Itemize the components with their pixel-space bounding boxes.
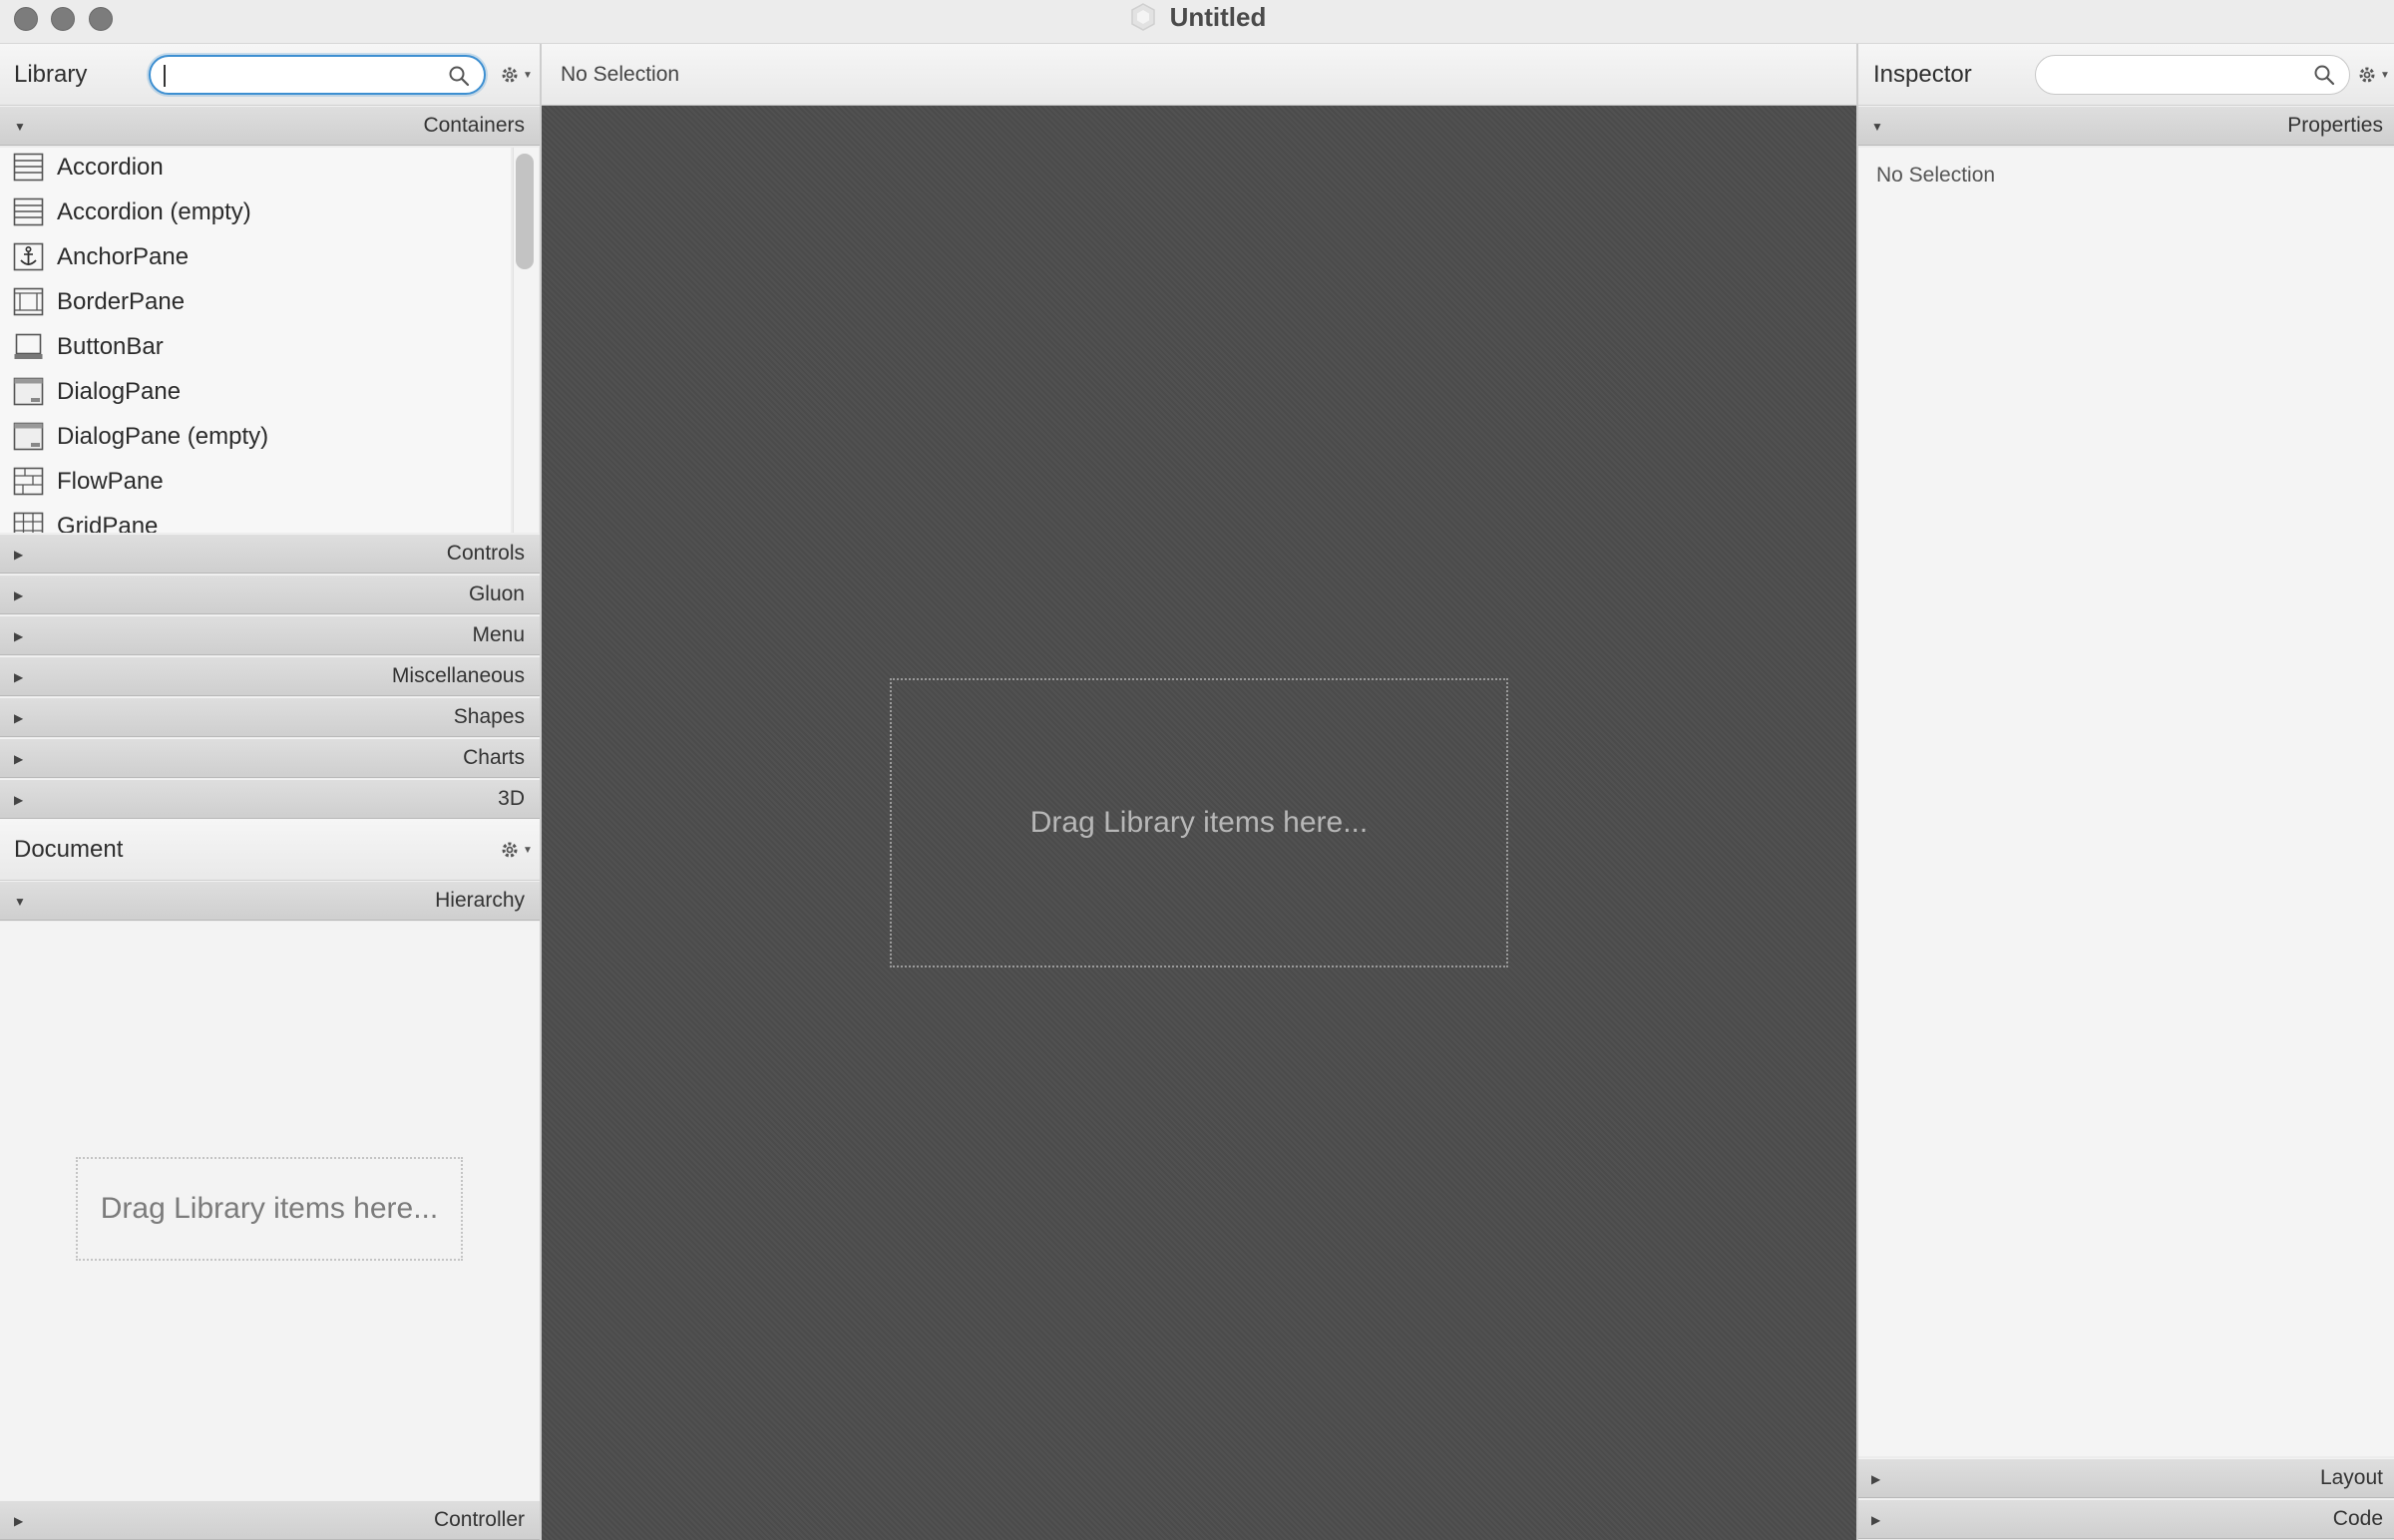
library-header: Library ▼ [0, 44, 541, 106]
section-charts[interactable]: ▶ Charts [0, 738, 541, 778]
section-gluon[interactable]: ▶ Gluon [0, 575, 541, 614]
library-title: Library [14, 60, 88, 88]
section-properties[interactable]: ▼ Properties [1857, 106, 2394, 146]
disclosure-closed-icon: ▶ [14, 588, 24, 602]
library-search-input[interactable] [149, 55, 486, 95]
dialog-pane-icon [13, 422, 44, 451]
text-cursor [164, 65, 166, 87]
library-item-flowpane[interactable]: FlowPane [0, 459, 511, 504]
chevron-down-icon: ▼ [523, 69, 533, 81]
gear-icon [2359, 67, 2375, 83]
library-item-borderpane[interactable]: BorderPane [0, 279, 511, 324]
section-shapes[interactable]: ▶ Shapes [0, 697, 541, 737]
window-title: Untitled [1169, 1, 1267, 32]
disclosure-closed-icon: ▶ [14, 711, 24, 725]
scene-builder-window: Untitled Library ▼ ▼ Containers Accordio… [0, 0, 2394, 1540]
button-bar-icon [14, 333, 43, 359]
disclosure-open-icon: ▼ [14, 895, 26, 909]
border-pane-icon [13, 287, 44, 316]
chevron-down-icon: ▼ [523, 844, 533, 856]
document-settings-menu[interactable]: ▼ [499, 839, 533, 861]
section-code[interactable]: ▶ Code [1857, 1499, 2394, 1539]
inspector-settings-menu[interactable]: ▼ [2356, 64, 2390, 86]
disclosure-closed-icon: ▶ [14, 752, 24, 766]
hierarchy-drop-zone[interactable]: Drag Library items here... [76, 1157, 463, 1261]
right-panel-divider[interactable] [1856, 44, 1858, 1540]
accordion-icon [13, 153, 44, 182]
library-item-accordion[interactable]: Accordion [0, 148, 511, 190]
disclosure-open-icon: ▼ [1871, 120, 1883, 134]
canvas-drop-zone[interactable]: Drag Library items here... [890, 678, 1508, 967]
disclosure-closed-icon: ▶ [14, 670, 24, 684]
disclosure-closed-icon: ▶ [14, 793, 24, 807]
library-item-list: Accordion Accordion (empty) AnchorPane B… [0, 148, 511, 533]
chevron-down-icon: ▼ [2380, 69, 2390, 81]
section-3d[interactable]: ▶ 3D [0, 779, 541, 819]
properties-panel [1857, 148, 2394, 1456]
library-settings-menu[interactable]: ▼ [499, 64, 533, 86]
window-title-group: Untitled [0, 0, 2394, 34]
section-miscellaneous[interactable]: ▶ Miscellaneous [0, 656, 541, 696]
library-item-gridpane[interactable]: GridPane [0, 504, 511, 533]
disclosure-open-icon: ▼ [14, 120, 26, 134]
properties-empty-text: No Selection [1876, 164, 1996, 187]
search-icon [449, 66, 470, 87]
inspector-header: Inspector ▼ [1857, 44, 2394, 106]
gear-icon [502, 842, 518, 858]
inspector-title: Inspector [1873, 60, 1972, 88]
search-icon [2314, 65, 2335, 86]
accordion-icon [13, 197, 44, 226]
library-item-buttonbar[interactable]: ButtonBar [0, 324, 511, 369]
document-title: Document [14, 835, 124, 863]
disclosure-closed-icon: ▶ [1871, 1472, 1881, 1486]
document-proxy-icon [1130, 3, 1155, 31]
left-panel-divider[interactable] [540, 44, 542, 1540]
section-menu[interactable]: ▶ Menu [0, 615, 541, 655]
library-item-dialogpane-empty[interactable]: DialogPane (empty) [0, 414, 511, 459]
disclosure-closed-icon: ▶ [14, 548, 24, 562]
inspector-search-input[interactable] [2035, 55, 2350, 95]
document-header: Document ▼ [0, 819, 541, 881]
section-layout[interactable]: ▶ Layout [1857, 1458, 2394, 1498]
section-controller[interactable]: ▶ Controller [0, 1500, 541, 1540]
section-hierarchy[interactable]: ▼ Hierarchy [0, 881, 541, 921]
library-item-anchorpane[interactable]: AnchorPane [0, 234, 511, 279]
gear-icon [502, 67, 518, 83]
grid-pane-icon [13, 512, 44, 533]
title-bar: Untitled [0, 0, 2394, 44]
flow-pane-icon [13, 467, 44, 496]
section-controls[interactable]: ▶ Controls [0, 534, 541, 574]
content-breadcrumb-bar: No Selection [541, 44, 1857, 106]
library-item-dialogpane[interactable]: DialogPane [0, 369, 511, 414]
library-scrollbar-thumb[interactable] [516, 154, 534, 269]
section-containers[interactable]: ▼ Containers [0, 106, 541, 146]
disclosure-closed-icon: ▶ [14, 1514, 24, 1528]
dialog-pane-icon [13, 377, 44, 406]
disclosure-closed-icon: ▶ [1871, 1513, 1881, 1527]
selection-breadcrumb: No Selection [561, 63, 680, 86]
anchor-icon [13, 242, 44, 271]
library-item-accordion-empty[interactable]: Accordion (empty) [0, 190, 511, 234]
disclosure-closed-icon: ▶ [14, 629, 24, 643]
